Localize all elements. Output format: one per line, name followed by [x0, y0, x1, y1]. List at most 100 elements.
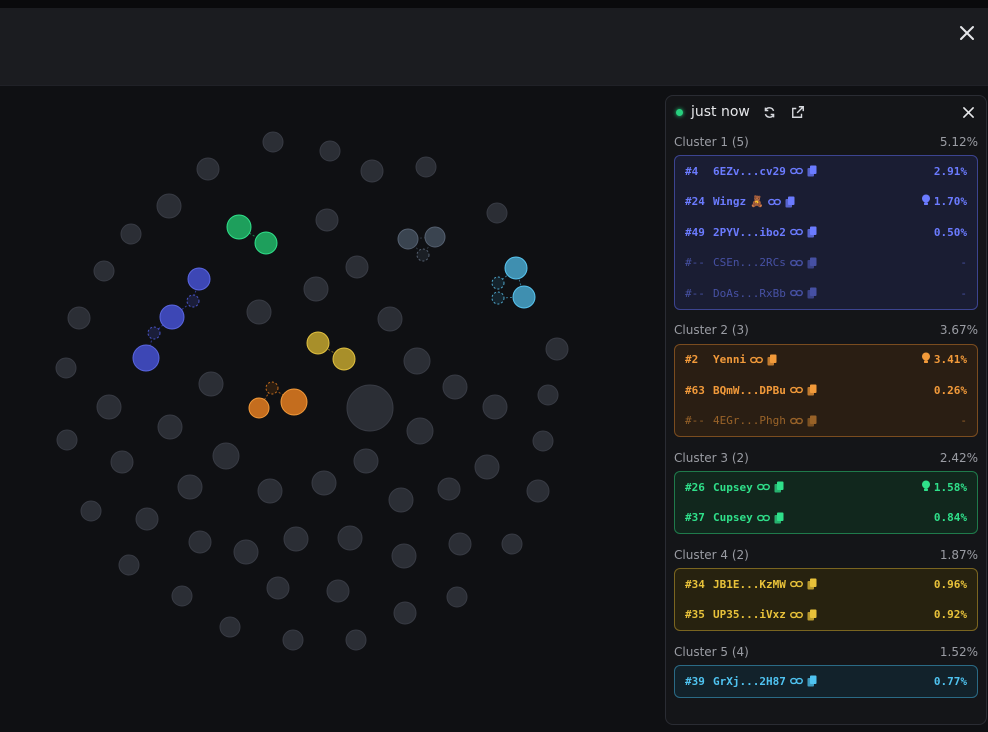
cluster-1-bubble[interactable]: [132, 344, 160, 372]
wallet-bubble[interactable]: [233, 539, 259, 565]
wallet-bubble[interactable]: [80, 500, 102, 522]
wallet-bubble[interactable]: [266, 576, 290, 600]
wallet-bubble[interactable]: [257, 478, 283, 504]
wallet-bubble[interactable]: [442, 374, 468, 400]
holder-name[interactable]: CSEn...2RCs: [713, 256, 786, 269]
cluster-3-bubble[interactable]: [254, 231, 278, 255]
link-icon[interactable]: [789, 258, 803, 268]
wallet-bubble[interactable]: [118, 554, 140, 576]
link-icon[interactable]: [789, 610, 803, 620]
holder-name[interactable]: UP35...iVxz: [713, 608, 786, 621]
holder-name[interactable]: Cupsey: [713, 481, 753, 494]
copy-icon[interactable]: [807, 257, 817, 269]
cluster-1-bubble[interactable]: [186, 294, 200, 308]
copy-icon[interactable]: [774, 481, 784, 493]
link-icon[interactable]: [789, 166, 803, 176]
cluster-5-bubble[interactable]: [504, 256, 528, 280]
holder-row[interactable]: #37 Cupsey 0.84%: [675, 503, 977, 534]
wallet-bubble[interactable]: [55, 357, 77, 379]
wallet-bubble[interactable]: [346, 384, 394, 432]
wallet-bubble[interactable]: [135, 507, 159, 531]
wallet-bubble[interactable]: [219, 616, 241, 638]
wallet-bubble[interactable]: [486, 202, 508, 224]
wallet-bubble[interactable]: [177, 474, 203, 500]
cluster-4-bubble[interactable]: [332, 347, 356, 371]
cluster-5-bubble[interactable]: [512, 285, 536, 309]
panel-close-icon[interactable]: [960, 104, 976, 120]
holder-row[interactable]: #-- CSEn...2RCs -: [675, 248, 977, 279]
wallet-bubble[interactable]: [415, 156, 437, 178]
holder-row[interactable]: #35 UP35...iVxz 0.92%: [675, 600, 977, 631]
cluster-5-bubble[interactable]: [491, 291, 505, 305]
cluster-3-bubble[interactable]: [226, 214, 252, 240]
wallet-bubble[interactable]: [526, 479, 550, 503]
holder-row[interactable]: #63 BQmW...DPBu 0.26%: [675, 375, 977, 406]
wallet-bubble[interactable]: [188, 530, 212, 554]
holder-name[interactable]: 4EGr...Phgh: [713, 414, 786, 427]
copy-icon[interactable]: [807, 165, 817, 177]
holder-row[interactable]: #2 Yenni 3.41%: [675, 345, 977, 376]
wallet-bubble[interactable]: [157, 414, 183, 440]
link-icon[interactable]: [789, 227, 803, 237]
wallet-bubble[interactable]: [501, 533, 523, 555]
wallet-bubble[interactable]: [311, 470, 337, 496]
wallet-bubble[interactable]: [196, 157, 220, 181]
holder-name[interactable]: Cupsey: [713, 511, 753, 524]
close-icon[interactable]: [956, 22, 978, 44]
holder-name[interactable]: BQmW...DPBu: [713, 384, 786, 397]
copy-icon[interactable]: [807, 226, 817, 238]
wallet-bubble[interactable]: [353, 448, 379, 474]
wallet-bubble[interactable]: [120, 223, 142, 245]
wallet-bubble[interactable]: [474, 454, 500, 480]
holder-row[interactable]: #26 Cupsey 1.58%: [675, 472, 977, 503]
holder-name[interactable]: 2PYV...ibo2: [713, 226, 786, 239]
wallet-bubble[interactable]: [448, 532, 472, 556]
copy-icon[interactable]: [807, 415, 817, 427]
refresh-icon[interactable]: [762, 104, 778, 120]
link-icon[interactable]: [767, 197, 781, 207]
copy-icon[interactable]: [807, 675, 817, 687]
wallet-bubble[interactable]: [360, 159, 384, 183]
wallet-bubble[interactable]: [345, 629, 367, 651]
wallet-bubble[interactable]: [326, 579, 350, 603]
link-icon[interactable]: [756, 513, 770, 523]
wallet-bubble[interactable]: [545, 337, 569, 361]
cluster-bubble[interactable]: [424, 226, 446, 248]
wallet-bubble[interactable]: [303, 276, 329, 302]
holder-name[interactable]: Wingz: [713, 195, 746, 208]
copy-icon[interactable]: [807, 384, 817, 396]
link-icon[interactable]: [789, 385, 803, 395]
wallet-bubble[interactable]: [198, 371, 224, 397]
holder-row[interactable]: #24 Wingz 🧸 1.70%: [675, 187, 977, 218]
wallet-bubble[interactable]: [388, 487, 414, 513]
holder-name[interactable]: 6EZv...cv29: [713, 165, 786, 178]
link-icon[interactable]: [789, 416, 803, 426]
link-icon[interactable]: [789, 579, 803, 589]
cluster-2-bubble[interactable]: [248, 397, 270, 419]
holder-name[interactable]: JB1E...KzMW: [713, 578, 786, 591]
wallet-bubble[interactable]: [156, 193, 182, 219]
cluster-1-bubble[interactable]: [147, 326, 161, 340]
link-icon[interactable]: [789, 676, 803, 686]
copy-icon[interactable]: [807, 578, 817, 590]
copy-icon[interactable]: [807, 287, 817, 299]
wallet-bubble[interactable]: [403, 347, 431, 375]
wallet-bubble[interactable]: [406, 417, 434, 445]
wallet-bubble[interactable]: [437, 477, 461, 501]
cluster-1-bubble[interactable]: [159, 304, 185, 330]
holder-name[interactable]: GrXj...2H87: [713, 675, 786, 688]
holder-row[interactable]: #34 JB1E...KzMW 0.96%: [675, 569, 977, 600]
cluster-4-bubble[interactable]: [306, 331, 330, 355]
wallet-bubble[interactable]: [482, 394, 508, 420]
wallet-bubble[interactable]: [391, 543, 417, 569]
wallet-bubble[interactable]: [532, 430, 554, 452]
holder-row[interactable]: #-- DoAs...RxBb -: [675, 278, 977, 309]
cluster-bubble[interactable]: [416, 248, 430, 262]
holder-row[interactable]: #39 GrXj...2H87 0.77%: [675, 666, 977, 697]
link-icon[interactable]: [756, 482, 770, 492]
wallet-bubble[interactable]: [337, 525, 363, 551]
holder-name[interactable]: Yenni: [713, 353, 746, 366]
wallet-bubble[interactable]: [171, 585, 193, 607]
wallet-bubble[interactable]: [56, 429, 78, 451]
copy-icon[interactable]: [767, 354, 777, 366]
